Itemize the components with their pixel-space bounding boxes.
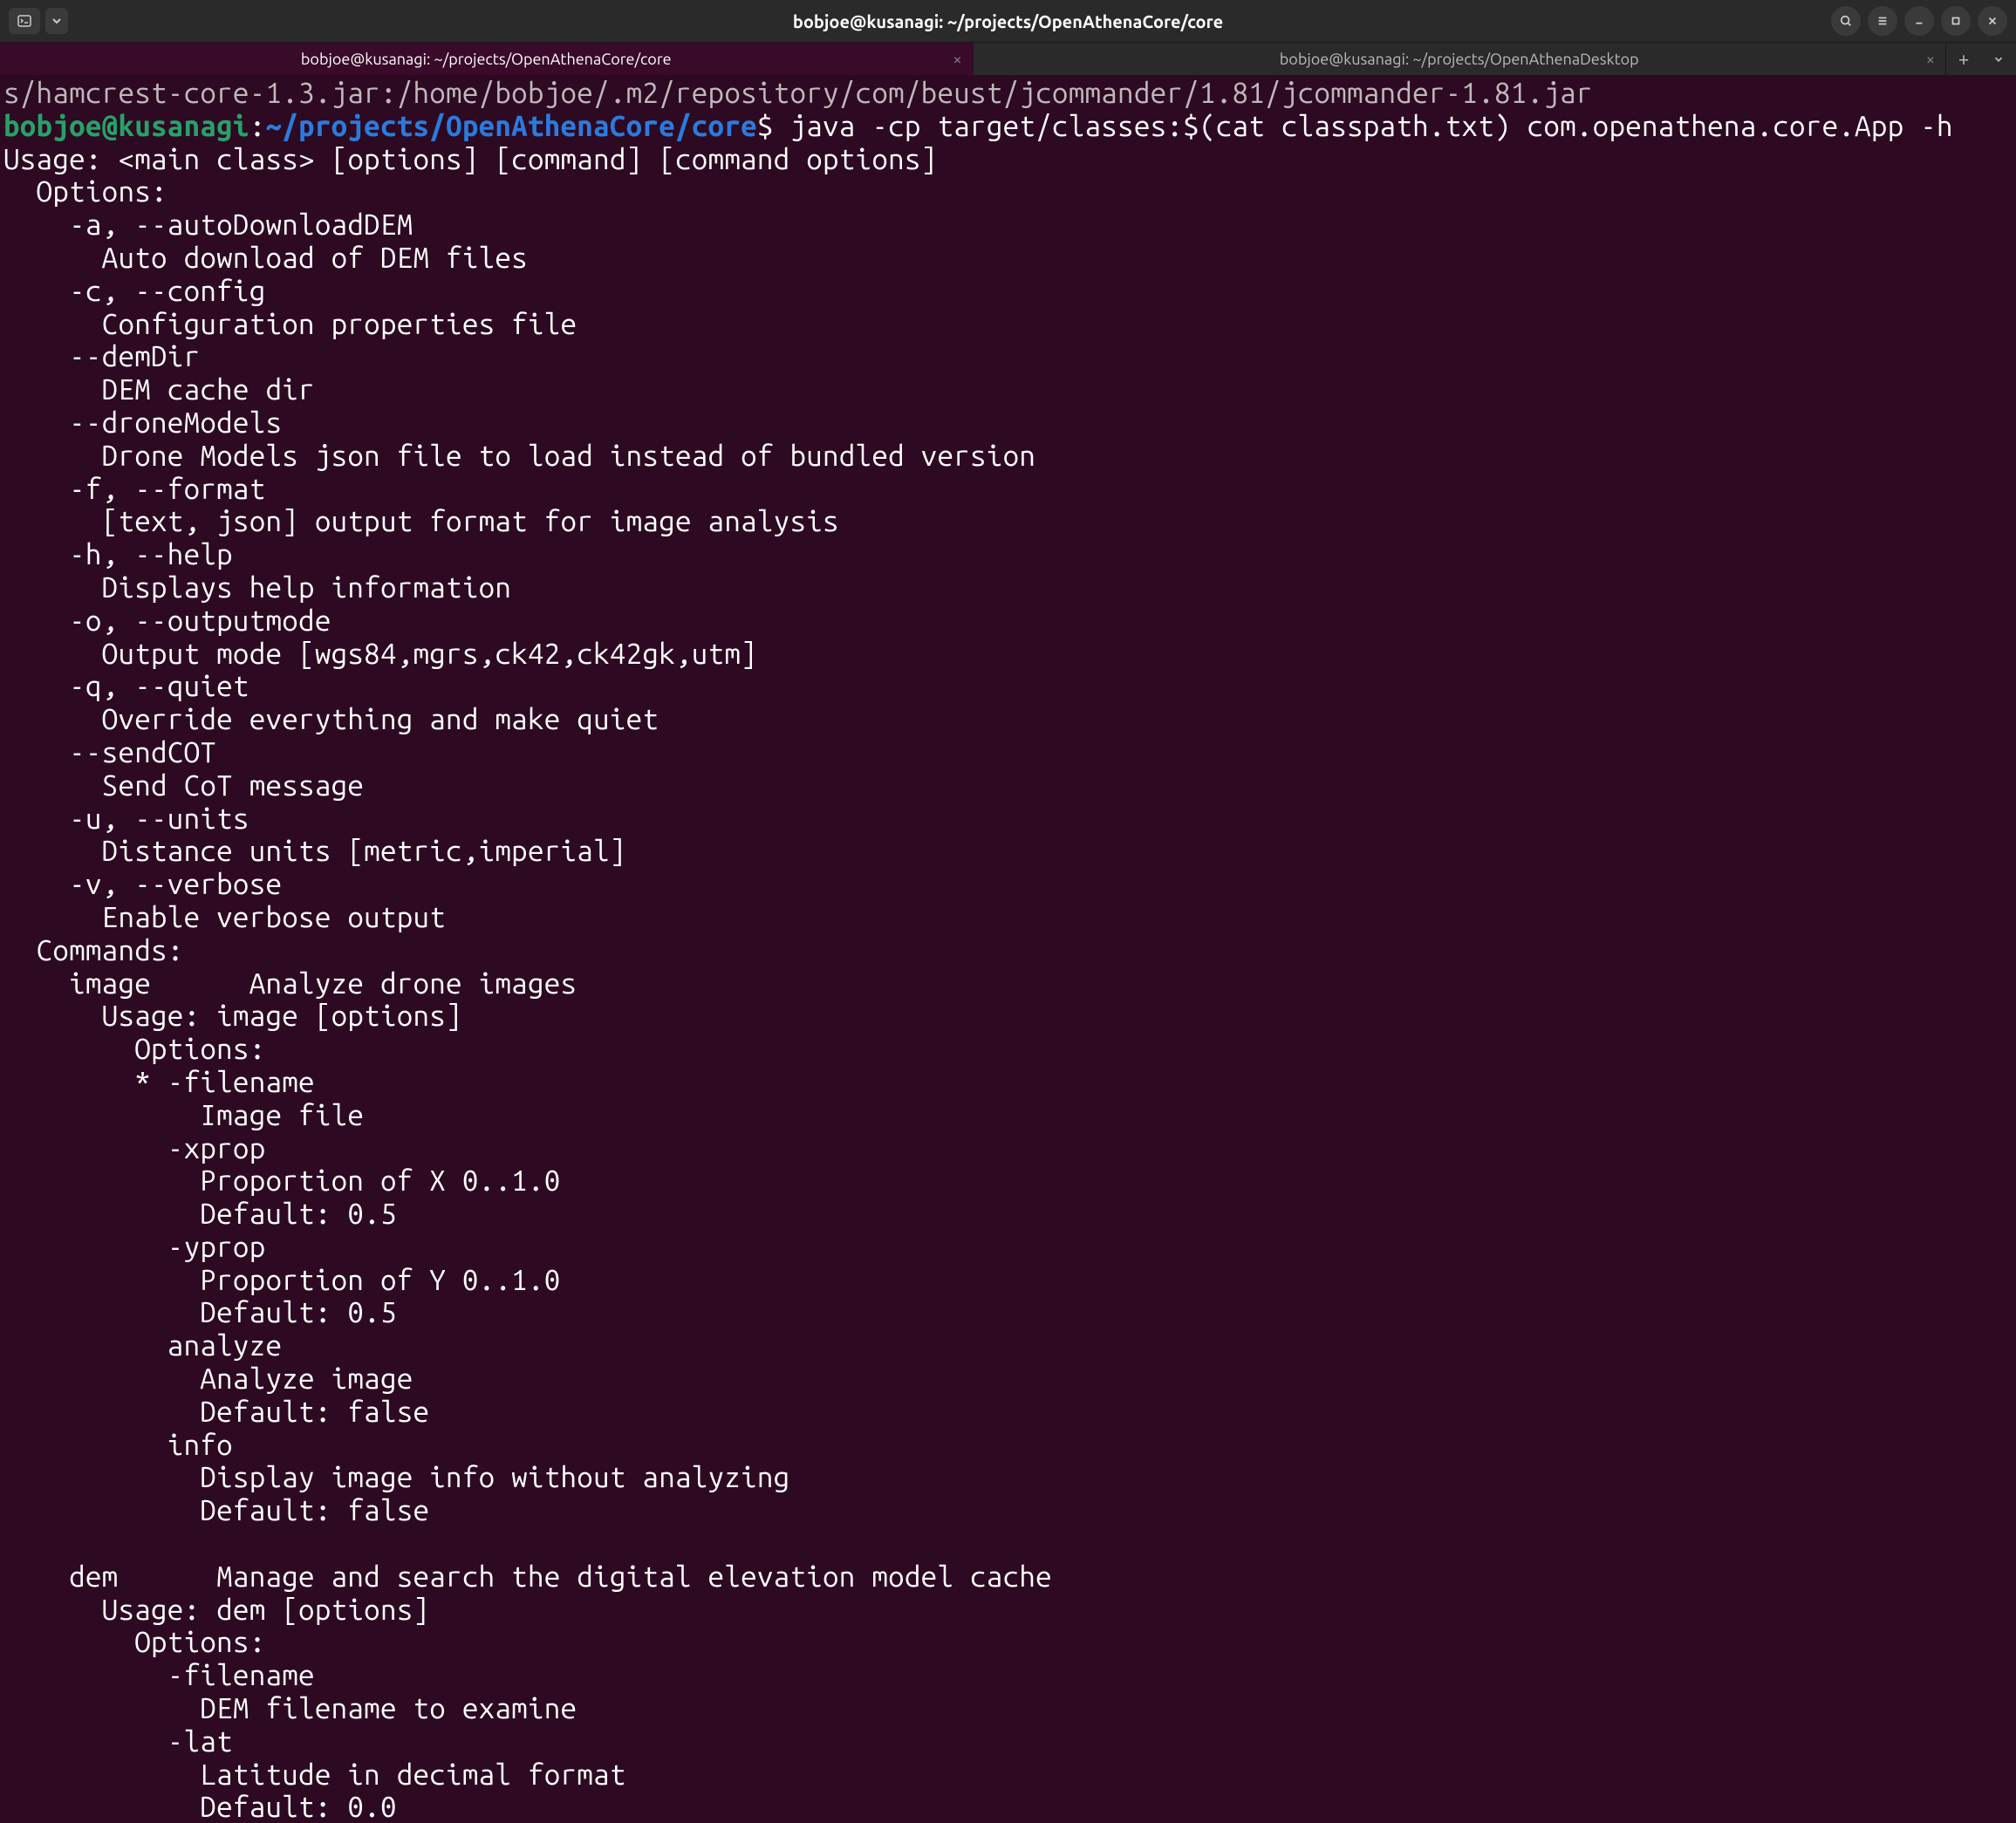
prompt-user-host: bobjoe@kusanagi <box>3 110 249 142</box>
terminal-previous-output: s/hamcrest-core-1.3.jar:/home/bobjoe/.m2… <box>3 77 1593 109</box>
terminal-output: Usage: <main class> [options] [command] … <box>3 143 1052 1823</box>
maximize-icon <box>1950 15 1962 27</box>
hamburger-menu-button[interactable] <box>1868 6 1897 36</box>
add-tab-button[interactable]: + <box>1946 43 1981 75</box>
titlebar-right-controls <box>1831 6 2007 36</box>
titlebar-left-controls <box>9 8 68 34</box>
hamburger-icon <box>1876 15 1889 27</box>
tab-1[interactable]: bobjoe@kusanagi: ~/projects/OpenAthenaCo… <box>0 43 974 75</box>
search-button[interactable] <box>1831 6 1861 36</box>
tab-label: bobjoe@kusanagi: ~/projects/OpenAthenaDe… <box>1280 51 1639 68</box>
search-icon <box>1840 15 1852 27</box>
chevron-down-icon <box>1992 53 2005 65</box>
prompt-path: ~/projects/OpenAthenaCore/core <box>265 110 756 142</box>
window-titlebar: bobjoe@kusanagi: ~/projects/OpenAthenaCo… <box>0 0 2016 42</box>
prompt-dollar: $ <box>757 110 774 142</box>
window-title: bobjoe@kusanagi: ~/projects/OpenAthenaCo… <box>793 11 1223 31</box>
tab-close-button[interactable]: × <box>1926 51 1935 68</box>
close-icon <box>1986 15 1999 27</box>
minimize-icon <box>1913 15 1925 27</box>
terminal-command <box>774 110 790 142</box>
tab-bar: bobjoe@kusanagi: ~/projects/OpenAthenaCo… <box>0 42 2016 75</box>
tab-dropdown-button[interactable] <box>1981 43 2016 75</box>
minimize-button[interactable] <box>1904 6 1934 36</box>
tab-label: bobjoe@kusanagi: ~/projects/OpenAthenaCo… <box>301 51 672 68</box>
tab-menu-button[interactable] <box>45 8 68 34</box>
prompt-separator: : <box>249 110 266 142</box>
terminal-viewport[interactable]: s/hamcrest-core-1.3.jar:/home/bobjoe/.m2… <box>0 75 2016 1823</box>
close-button[interactable] <box>1978 6 2007 36</box>
maximize-button[interactable] <box>1941 6 1971 36</box>
new-tab-button[interactable] <box>9 8 40 34</box>
tab-2[interactable]: bobjoe@kusanagi: ~/projects/OpenAthenaDe… <box>974 43 1947 75</box>
terminal-icon <box>17 14 31 28</box>
terminal-command-text: java -cp target/classes:$(cat classpath.… <box>789 110 1952 142</box>
chevron-down-icon <box>50 14 64 28</box>
tab-close-button[interactable]: × <box>953 51 961 68</box>
